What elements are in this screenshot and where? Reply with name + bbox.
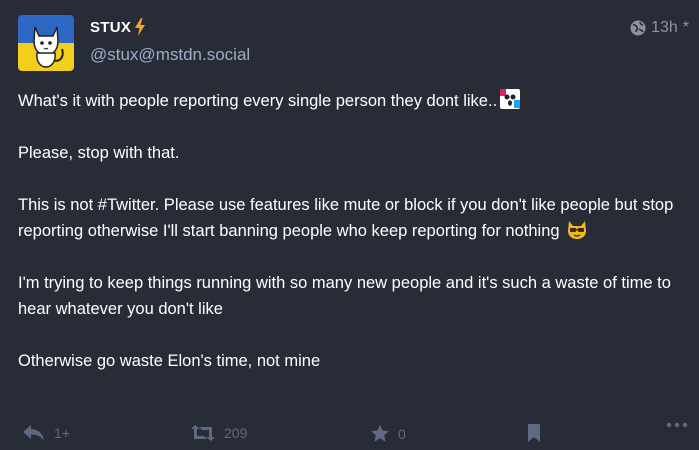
display-name[interactable]: STUX xyxy=(90,18,146,36)
display-name-text: STUX xyxy=(90,18,132,36)
account-handle[interactable]: @stux@mstdn.social xyxy=(90,45,250,65)
favourite-button[interactable]: 0 xyxy=(370,424,406,443)
paragraph-3: This is not #Twitter. Please use feature… xyxy=(18,192,693,244)
boost-count: 209 xyxy=(224,425,248,441)
globe-icon xyxy=(630,20,646,36)
reply-button[interactable]: 1+ xyxy=(22,424,70,442)
star-icon xyxy=(370,424,390,442)
lightning-bolt-icon xyxy=(135,18,146,36)
reply-icon xyxy=(23,425,44,441)
status-card: STUX @stux@mstdn.social 13h * What's it … xyxy=(0,0,699,450)
paragraph-1-text: What's it with people reporting every si… xyxy=(18,92,498,110)
favourite-count: 0 xyxy=(398,425,406,442)
edited-marker: * xyxy=(682,19,689,36)
shocked-face-emoji-icon xyxy=(500,89,521,109)
hashtag-link[interactable]: #Twitter xyxy=(98,196,155,214)
cool-cat-emoji-icon xyxy=(568,221,587,239)
paragraph-4: I'm trying to keep things running with s… xyxy=(18,274,671,318)
status-action-bar: 1+ 209 0 xyxy=(0,420,699,450)
reply-count: 1+ xyxy=(54,425,70,441)
paragraph-1: What's it with people reporting every si… xyxy=(18,88,693,114)
boost-icon xyxy=(191,425,215,441)
paragraph-5: Otherwise go waste Elon's time, not mine xyxy=(18,352,321,370)
more-options-button[interactable] xyxy=(666,422,688,428)
status-content: What's it with people reporting every si… xyxy=(18,88,693,400)
ellipsis-icon xyxy=(666,422,688,428)
paragraph-3-before: This is not xyxy=(18,196,98,214)
paragraph-2: Please, stop with that. xyxy=(18,144,180,162)
timestamp-link[interactable]: 13h * xyxy=(630,19,689,37)
bookmark-button[interactable] xyxy=(527,424,541,442)
timestamp-text: 13h xyxy=(651,19,678,36)
avatar[interactable] xyxy=(18,15,74,71)
boost-button[interactable]: 209 xyxy=(190,424,247,442)
bookmark-icon xyxy=(528,424,540,442)
